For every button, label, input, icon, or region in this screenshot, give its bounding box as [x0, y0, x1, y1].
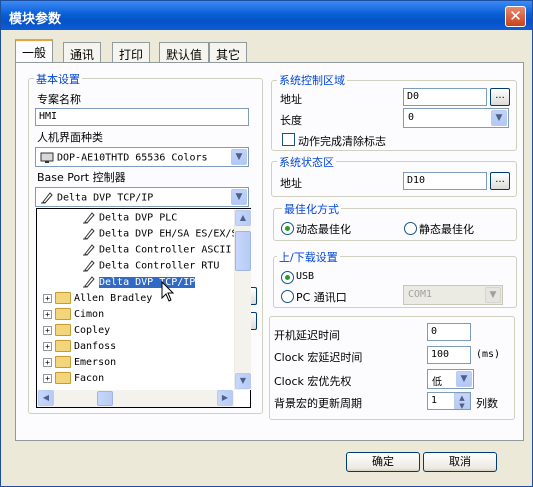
module-params-dialog: 模块参数 ✕ 一般 通讯 打印 默认值 其它 基本设置 专案名称 HMI 人机界… [0, 0, 533, 487]
bg-period-label: 背景宏的更新周期 [274, 397, 362, 410]
folder-icon [55, 372, 71, 384]
list-item[interactable]: Delta DVP PLC [82, 211, 177, 227]
expand-icon[interactable]: + [43, 325, 52, 335]
list-item[interactable]: + Copley [43, 324, 110, 340]
list-vertical-scrollbar[interactable]: ▲ ▼ [234, 209, 251, 390]
chevron-down-icon[interactable]: ▼ [485, 287, 501, 303]
tab-communication[interactable]: 通讯 [63, 42, 102, 63]
list-item[interactable]: Delta Controller ASCII [82, 243, 231, 259]
driver-pen-icon [83, 228, 95, 240]
clear-flag-label: 动作完成清除标志 [298, 135, 386, 148]
static-optimize-radio[interactable] [404, 222, 417, 235]
transfer-legend: 上/下载设置 [277, 249, 340, 265]
tab-general[interactable]: 一般 [15, 39, 54, 63]
list-item[interactable]: + Danfoss [43, 340, 116, 356]
address-label: 地址 [280, 93, 302, 106]
usb-radio[interactable] [281, 271, 294, 284]
expand-icon[interactable]: + [43, 341, 52, 351]
clock-priority-label: Clock 宏优先权 [274, 375, 352, 388]
scroll-down-icon[interactable]: ▼ [235, 373, 251, 389]
length-label: 长度 [280, 114, 302, 127]
static-optimize-label: 静态最佳化 [419, 223, 474, 236]
pc-port-label: PC 通讯口 [296, 291, 347, 304]
scroll-thumb[interactable] [97, 391, 113, 406]
bg-period-spinner[interactable]: ▲ ▼ [454, 393, 470, 410]
dynamic-optimize-label: 动态最佳化 [296, 223, 351, 236]
optimization-legend: 最佳化方式 [282, 201, 341, 217]
folder-icon [55, 308, 71, 320]
controller-dropdown-list[interactable]: Delta DVP PLC Delta DVP EH/SA ES/EX/S De… [36, 208, 251, 408]
control-address-input[interactable]: D0 [403, 88, 487, 106]
driver-pen-icon [41, 192, 53, 204]
scroll-right-icon[interactable]: ▶ [217, 390, 233, 406]
clock-priority-select[interactable]: 低 ▼ [427, 369, 474, 389]
controller-select[interactable]: Delta DVP TCP/IP ▼ [35, 187, 249, 207]
base-port-label: Base Port 控制器 [37, 171, 126, 184]
chevron-down-icon[interactable]: ▼ [491, 110, 507, 126]
clear-flag-checkbox[interactable] [282, 133, 295, 146]
hmi-type-value: DOP-AE10THTD 65536 Colors [57, 152, 208, 164]
clock-delay-unit: (ms) [476, 349, 501, 360]
mouse-cursor-icon [161, 281, 175, 302]
expand-icon[interactable]: + [43, 309, 52, 319]
hmi-type-select[interactable]: DOP-AE10THTD 65536 Colors ▼ [35, 147, 249, 167]
boot-delay-label: 开机延迟时间 [274, 329, 340, 342]
list-item[interactable]: + Emerson [43, 356, 116, 372]
controller-value: Delta DVP TCP/IP [57, 192, 154, 204]
expand-icon[interactable]: + [43, 293, 52, 303]
hmi-type-label: 人机界面种类 [37, 131, 103, 144]
scroll-thumb[interactable] [235, 231, 251, 271]
chevron-down-icon[interactable]: ▼ [231, 149, 247, 165]
title-bar[interactable]: 模块参数 ✕ [1, 1, 532, 30]
status-address-label: 地址 [280, 177, 302, 190]
list-item[interactable]: + Allen Bradley [43, 292, 152, 308]
folder-icon [55, 292, 71, 304]
chevron-down-icon[interactable]: ▼ [231, 189, 247, 205]
driver-pen-icon [83, 276, 95, 288]
clock-delay-input[interactable]: 100 [427, 346, 471, 364]
expand-icon[interactable]: + [43, 357, 52, 367]
tab-defaults[interactable]: 默认值 [159, 42, 210, 63]
boot-delay-input[interactable]: 0 [427, 323, 471, 341]
tab-print[interactable]: 打印 [112, 42, 151, 63]
list-item[interactable]: + Cimon [43, 308, 104, 324]
folder-icon [55, 356, 71, 368]
clock-delay-label: Clock 宏延迟时间 [274, 351, 363, 364]
system-status-legend: 系统状态区 [277, 154, 336, 170]
project-name-input[interactable]: HMI [35, 108, 249, 126]
length-select[interactable]: 0 ▼ [403, 108, 509, 128]
list-item[interactable]: Delta DVP EH/SA ES/EX/S [82, 227, 237, 243]
list-item[interactable]: Delta Controller RTU [82, 259, 219, 275]
dynamic-optimize-radio[interactable] [281, 222, 294, 235]
list-item[interactable]: + Facon [43, 372, 104, 388]
scroll-left-icon[interactable]: ◀ [38, 390, 54, 406]
close-button[interactable]: ✕ [505, 6, 526, 27]
cancel-button[interactable]: 取消 [423, 452, 497, 472]
ok-button[interactable]: 确定 [346, 452, 420, 472]
basic-settings-legend: 基本设置 [34, 71, 82, 87]
scroll-up-icon[interactable]: ▲ [235, 210, 251, 226]
folder-icon [55, 324, 71, 336]
browse-button[interactable]: ... [490, 88, 510, 106]
system-control-legend: 系统控制区域 [277, 72, 347, 88]
chevron-down-icon[interactable]: ▼ [456, 371, 472, 387]
bg-period-unit: 列数 [476, 397, 498, 410]
monitor-icon [40, 152, 54, 163]
pc-port-radio[interactable] [281, 290, 294, 303]
browse-button[interactable]: ... [490, 172, 510, 190]
driver-pen-icon [83, 212, 95, 224]
folder-icon [55, 340, 71, 352]
window-title: 模块参数 [9, 12, 62, 27]
driver-pen-icon [83, 244, 95, 256]
expand-icon[interactable]: + [43, 373, 52, 383]
com-port-select[interactable]: COM1 ▼ [403, 285, 503, 305]
list-horizontal-scrollbar[interactable]: ◀ ▶ [37, 390, 234, 407]
list-item-selected[interactable]: Delta DVP TCP/IP [82, 275, 197, 291]
project-name-label: 专案名称 [37, 93, 81, 106]
usb-label: USB [296, 271, 315, 282]
status-address-input[interactable]: D10 [403, 172, 487, 190]
driver-pen-icon [83, 260, 95, 272]
tab-other[interactable]: 其它 [209, 42, 248, 63]
